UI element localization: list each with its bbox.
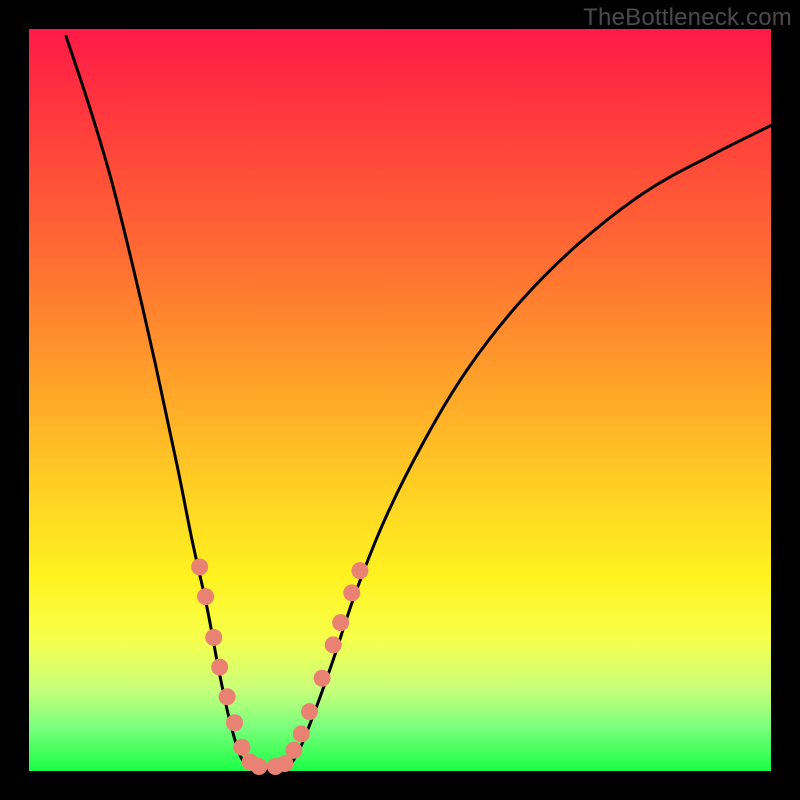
curve-right-curve [289,125,771,767]
curve-left-curve [66,36,250,767]
data-marker [285,742,302,759]
data-marker [226,714,243,731]
data-marker [343,584,360,601]
data-marker [197,588,214,605]
data-marker [293,725,310,742]
curves-group [66,36,771,769]
data-marker [191,558,208,575]
data-marker [233,739,250,756]
plot-area [29,29,771,771]
data-marker [314,670,331,687]
data-marker [219,688,236,705]
data-marker [251,758,268,775]
watermark-text: TheBottleneck.com [583,4,792,32]
data-marker [211,659,228,676]
chart-svg [29,29,771,771]
data-marker [332,614,349,631]
data-marker [351,562,368,579]
markers-group [191,558,368,775]
chart-frame: TheBottleneck.com [0,0,800,800]
data-marker [301,703,318,720]
data-marker [325,636,342,653]
data-marker [205,629,222,646]
